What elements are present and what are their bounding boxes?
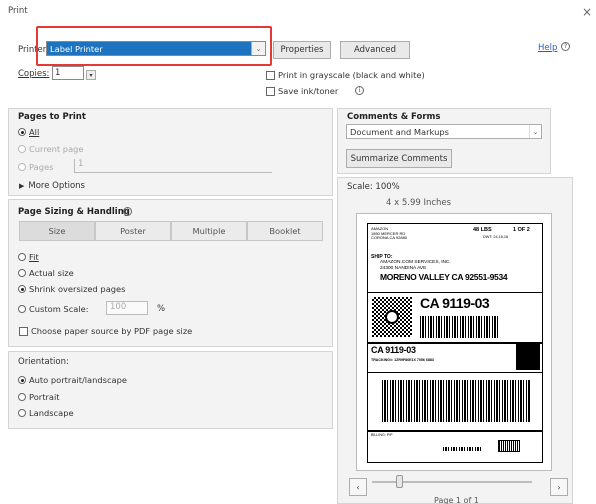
radio-portrait[interactable]: Portrait	[18, 392, 60, 402]
help-circle-icon[interactable]: ?	[561, 42, 570, 51]
more-options-toggle[interactable]: ▶ More Options	[19, 181, 85, 191]
page-sizing-title: Page Sizing & Handling	[18, 207, 130, 217]
advanced-button[interactable]: Advanced	[340, 41, 410, 59]
percent-label: %	[157, 304, 166, 314]
grayscale-checkbox[interactable]: Print in grayscale (black and white)	[266, 70, 425, 80]
label-weight: 48 LBS	[473, 227, 492, 233]
postal-barcode	[420, 316, 500, 338]
tab-size[interactable]: Size	[19, 221, 95, 241]
window-title: Print	[8, 6, 28, 16]
label-tracking: TRACKING#: 1ZR9F86E1X 7056 6883	[371, 358, 434, 362]
radio-all[interactable]: All	[18, 127, 39, 137]
label-dims: DWT: 24,16,16	[483, 235, 509, 239]
tab-multiple[interactable]: Multiple	[171, 221, 247, 241]
radio-actual-size[interactable]: Actual size	[18, 268, 74, 278]
radio-landscape[interactable]: Landscape	[18, 408, 74, 418]
next-page-button[interactable]: ›	[550, 478, 568, 496]
triangle-right-icon: ▶	[19, 182, 25, 190]
radio-current-page[interactable]: Current page	[18, 144, 84, 154]
page-count: Page 1 of 1	[434, 496, 479, 504]
tab-poster[interactable]: Poster	[95, 221, 171, 241]
label-billing: BILLING: P/P	[371, 433, 393, 437]
save-ink-checkbox[interactable]: Save ink/toner	[266, 86, 338, 96]
maxicode-image	[372, 297, 412, 337]
orientation-title: Orientation:	[18, 357, 69, 367]
orientation-panel: Orientation: Auto portrait/landscape Por…	[8, 351, 333, 429]
copies-input[interactable]: 1	[52, 66, 84, 80]
label-ship-to-name: AMAZON.COM SERVICES, INC.	[380, 260, 451, 265]
preview-panel: Scale: 100% 4 x 5.99 Inches AMAZON 1850 …	[337, 177, 573, 504]
chevron-down-icon: ⌄	[529, 125, 541, 138]
help-link[interactable]: Help	[538, 43, 557, 53]
pages-to-print-title: Pages to Print	[18, 112, 86, 122]
pages-input[interactable]: 1	[74, 159, 272, 173]
comments-forms-panel: Comments & Forms Document and Markups ⌄ …	[337, 108, 551, 174]
copies-label: Copies:	[18, 69, 50, 79]
tracking-barcode	[382, 380, 530, 422]
label-code-small: CA 9119-03	[371, 345, 416, 355]
close-icon[interactable]: ×	[582, 5, 592, 19]
prev-page-button[interactable]: ‹	[349, 478, 367, 496]
info-icon[interactable]: i	[123, 207, 132, 216]
preview-page: AMAZON 1850 MERCER RD CORONA CA 92880 48…	[356, 213, 552, 471]
page-slider-thumb[interactable]	[396, 475, 403, 488]
paper-source-checkbox[interactable]: Choose paper source by PDF page size	[19, 326, 192, 336]
comments-forms-title: Comments & Forms	[347, 112, 441, 122]
radio-pages[interactable]: Pages	[18, 162, 53, 172]
label-sender-3: CORONA CA 92880	[371, 235, 408, 240]
label-ship-to-street: 24300 NANDINA AVE	[380, 266, 427, 271]
copies-stepper[interactable]: ▾	[86, 70, 96, 80]
radio-shrink-oversized[interactable]: Shrink oversized pages	[18, 284, 125, 294]
label-code-large: CA 9119-03	[420, 295, 490, 311]
label-footer-mini-barcode	[443, 447, 481, 451]
preview-scale: Scale: 100%	[347, 182, 400, 192]
radio-custom-scale[interactable]: Custom Scale:	[18, 304, 89, 314]
radio-fit[interactable]: Fit	[18, 252, 39, 262]
pages-to-print-panel: Pages to Print All Current page Pages 1 …	[8, 108, 333, 196]
radio-auto-orientation[interactable]: Auto portrait/landscape	[18, 375, 127, 385]
page-sizing-panel: Page Sizing & Handling i Size Poster Mul…	[8, 199, 333, 347]
printer-highlight-box	[36, 26, 272, 66]
copies-value: 1	[55, 68, 61, 78]
properties-button[interactable]: Properties	[273, 41, 331, 59]
label-count: 1 OF 2	[513, 227, 530, 233]
label-black-block	[516, 344, 540, 370]
label-ship-to-city: MORENO VALLEY CA 92551-9534	[380, 272, 508, 282]
custom-scale-input[interactable]: 100	[106, 301, 148, 315]
preview-page-size: 4 x 5.99 Inches	[386, 198, 452, 208]
info-icon[interactable]: i	[355, 86, 364, 95]
tab-booklet[interactable]: Booklet	[247, 221, 323, 241]
comments-forms-select[interactable]: Document and Markups ⌄	[346, 124, 542, 139]
summarize-comments-button[interactable]: Summarize Comments	[346, 149, 452, 168]
label-footer-barcode	[498, 440, 520, 452]
shipping-label: AMAZON 1850 MERCER RD CORONA CA 92880 48…	[367, 223, 543, 463]
